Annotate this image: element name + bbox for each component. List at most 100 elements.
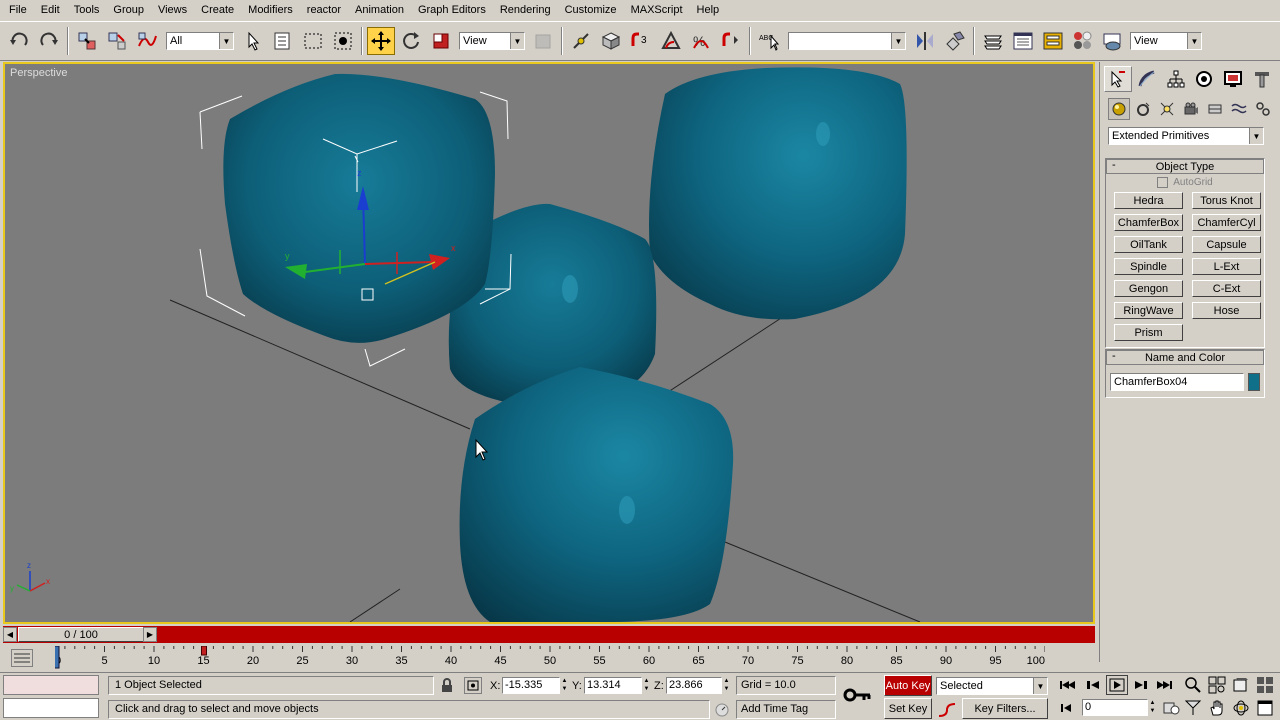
ringwave-button[interactable]: RingWave — [1114, 302, 1183, 319]
edit-named-selection-sets-button[interactable]: ABC — [755, 27, 783, 55]
x-coordinate-field[interactable]: -15.335 — [502, 677, 560, 694]
chamfercyl-button[interactable]: ChamferCyl — [1192, 214, 1261, 231]
mini-curve-editor-button[interactable] — [11, 649, 33, 667]
hose-button[interactable]: Hose — [1192, 302, 1261, 319]
next-frame-button[interactable] — [1130, 675, 1152, 695]
menu-edit[interactable]: Edit — [34, 0, 67, 21]
window-crossing-button[interactable] — [329, 27, 357, 55]
select-and-manipulate-button[interactable] — [567, 27, 595, 55]
c-ext-button[interactable]: C-Ext — [1192, 280, 1261, 297]
menu-file[interactable]: File — [2, 0, 34, 21]
arc-rotate-button[interactable] — [1230, 698, 1252, 718]
chamferbox-button[interactable]: ChamferBox — [1114, 214, 1183, 231]
angle-snap-toggle-button[interactable] — [657, 27, 685, 55]
tab-utilities[interactable] — [1248, 66, 1276, 92]
name-and-color-rollout-header[interactable]: - Name and Color — [1106, 350, 1264, 365]
perspective-viewport[interactable]: z y x z x y Perspective — [3, 62, 1095, 624]
go-to-start-button[interactable] — [1056, 675, 1078, 695]
select-and-move-button[interactable] — [367, 27, 395, 55]
absolute-relative-toggle[interactable] — [464, 677, 482, 694]
menu-reactor[interactable]: reactor — [300, 0, 348, 21]
tab-display[interactable] — [1219, 66, 1247, 92]
select-by-name-button[interactable] — [269, 27, 297, 55]
y-coordinate-field[interactable]: 13.314 — [584, 677, 642, 694]
track-bar[interactable]: 0510152025303540455055606570758085909510… — [3, 646, 1095, 670]
x-spinner[interactable]: ▲ ▼ — [560, 677, 569, 694]
select-and-scale-button[interactable] — [427, 27, 455, 55]
set-key-button[interactable]: Set Key — [884, 698, 932, 719]
chamferbox-object[interactable] — [459, 367, 734, 622]
maxscript-input-mini[interactable] — [3, 698, 99, 718]
scene-canvas[interactable]: z y x z x y — [5, 64, 1093, 622]
undo-button[interactable] — [5, 27, 33, 55]
menu-graph-editors[interactable]: Graph Editors — [411, 0, 493, 21]
set-keys-toggle[interactable] — [842, 683, 874, 707]
material-editor-button[interactable] — [1069, 27, 1097, 55]
go-to-end-button[interactable] — [1154, 675, 1176, 695]
chamferbox-object[interactable] — [649, 67, 907, 320]
tab-hierarchy[interactable] — [1162, 66, 1190, 92]
default-tangents-button[interactable] — [937, 701, 957, 719]
zoom-all-button[interactable] — [1206, 675, 1228, 695]
menu-tools[interactable]: Tools — [67, 0, 107, 21]
menu-create[interactable]: Create — [194, 0, 241, 21]
category-shapes-button[interactable] — [1132, 98, 1154, 120]
zoom-button[interactable] — [1182, 675, 1204, 695]
menu-animation[interactable]: Animation — [348, 0, 411, 21]
key-filters-button[interactable]: Key Filters... — [962, 698, 1048, 719]
maximize-viewport-button[interactable] — [1254, 698, 1276, 718]
category-geometry-button[interactable] — [1108, 98, 1130, 120]
tab-create[interactable] — [1104, 66, 1132, 92]
zoom-extents-button[interactable] — [1230, 675, 1252, 695]
menu-views[interactable]: Views — [151, 0, 194, 21]
current-frame-spinner[interactable]: ▲ ▼ — [1148, 699, 1157, 716]
align-button[interactable] — [941, 27, 969, 55]
time-slider-prev-button[interactable]: ◀ — [3, 627, 17, 642]
render-scene-button[interactable] — [1099, 27, 1127, 55]
category-cameras-button[interactable] — [1180, 98, 1202, 120]
play-button[interactable] — [1106, 675, 1128, 695]
spinner-snap-toggle-button[interactable] — [717, 27, 745, 55]
menu-help[interactable]: Help — [690, 0, 727, 21]
oiltank-button[interactable]: OilTank — [1114, 236, 1183, 253]
snaps-toggle-button[interactable]: 3 — [627, 27, 655, 55]
y-spinner[interactable]: ▲ ▼ — [642, 677, 651, 694]
select-and-rotate-button[interactable] — [397, 27, 425, 55]
menu-customize[interactable]: Customize — [558, 0, 624, 21]
keyboard-shortcut-override-button[interactable] — [597, 27, 625, 55]
object-name-input[interactable] — [1110, 373, 1244, 391]
gengon-button[interactable]: Gengon — [1114, 280, 1183, 297]
select-and-link-button[interactable] — [73, 27, 101, 55]
selection-filter-dropdown[interactable]: All ▼ — [166, 32, 234, 50]
hedra-button[interactable]: Hedra — [1114, 192, 1183, 209]
field-of-view-button[interactable] — [1182, 698, 1204, 718]
select-object-button[interactable] — [239, 27, 267, 55]
tab-modify[interactable] — [1133, 66, 1161, 92]
selection-lock-toggle[interactable] — [440, 678, 454, 693]
layer-manager-button[interactable] — [979, 27, 1007, 55]
category-space-warps-button[interactable] — [1228, 98, 1250, 120]
tab-motion[interactable] — [1190, 66, 1218, 92]
l-ext-button[interactable]: L-Ext — [1192, 258, 1261, 275]
render-view-dropdown[interactable]: View ▼ — [1130, 32, 1202, 50]
curve-editor-button[interactable] — [1009, 27, 1037, 55]
pan-view-button[interactable] — [1206, 698, 1228, 718]
key-mode-dropdown[interactable]: Selected ▼ — [936, 677, 1048, 695]
menu-modifiers[interactable]: Modifiers — [241, 0, 300, 21]
use-pivot-center-button[interactable] — [529, 27, 557, 55]
unlink-selection-button[interactable] — [103, 27, 131, 55]
category-systems-button[interactable] — [1252, 98, 1274, 120]
bind-to-space-warp-button[interactable] — [133, 27, 161, 55]
menu-group[interactable]: Group — [106, 0, 151, 21]
redo-button[interactable] — [35, 27, 63, 55]
category-lights-button[interactable] — [1156, 98, 1178, 120]
reference-coordinate-dropdown[interactable]: View ▼ — [459, 32, 525, 50]
time-slider-thumb[interactable]: 0 / 100 — [18, 627, 144, 642]
named-selection-set-dropdown[interactable]: ▼ — [788, 32, 906, 50]
menu-rendering[interactable]: Rendering — [493, 0, 558, 21]
category-dropdown[interactable]: Extended Primitives ▼ — [1108, 127, 1264, 145]
add-time-tag-button[interactable]: Add Time Tag — [736, 700, 836, 719]
spindle-button[interactable]: Spindle — [1114, 258, 1183, 275]
maxscript-listener-mini[interactable] — [3, 675, 99, 695]
trackbar-ruler[interactable]: 0510152025303540455055606570758085909510… — [55, 646, 1045, 670]
